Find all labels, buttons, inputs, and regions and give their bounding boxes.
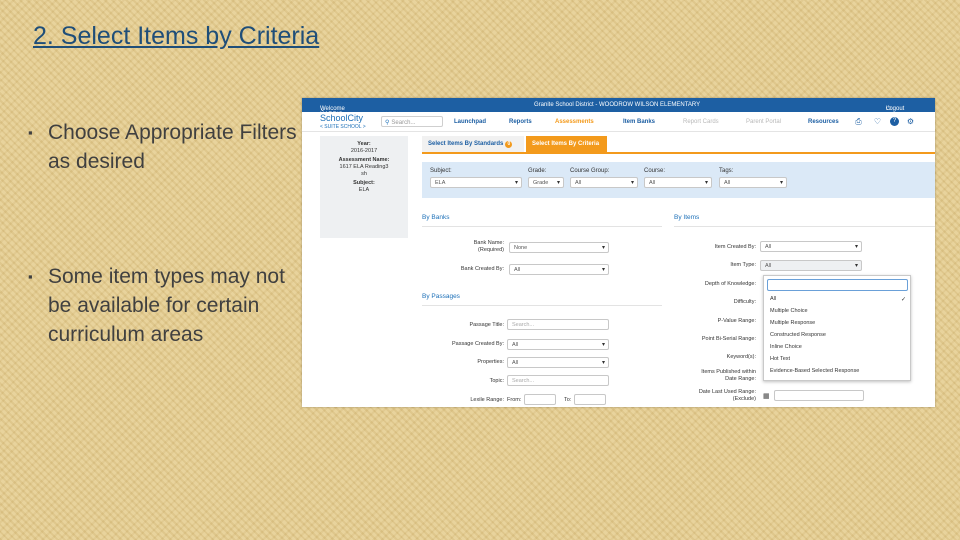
depth-of-knowledge-label: Depth of Knowledge: xyxy=(704,281,756,287)
properties-label: Properties: xyxy=(477,359,504,365)
nav-parent-portal[interactable]: Parent Portal xyxy=(746,119,781,125)
bullet-marker-icon: ▪ xyxy=(28,125,33,140)
search-icon: ⚲ xyxy=(385,120,390,126)
assessment-info-panel: Year: 2016-2017 Assessment Name: 1617 EL… xyxy=(320,136,408,238)
published-date-range-label: Items Published within Date Range: xyxy=(701,369,756,382)
lexile-to-label: To: xyxy=(564,397,572,403)
subject-select[interactable]: ELA xyxy=(430,177,522,188)
nav-report-cards[interactable]: Report Cards xyxy=(683,119,719,125)
item-type-label: Item Type: xyxy=(730,262,756,268)
bullet-marker-icon: ▪ xyxy=(28,269,33,284)
nav-launchpad[interactable]: Launchpad xyxy=(454,119,486,125)
tab-select-by-standards[interactable]: Select Items By Standards 0 xyxy=(422,136,524,152)
lexile-range-label: Lexile Range: xyxy=(470,397,504,403)
district-name: Granite School District - WOODROW WILSON… xyxy=(534,102,701,108)
nav-reports[interactable]: Reports xyxy=(509,119,532,125)
dropdown-option[interactable]: Multiple Choice xyxy=(770,308,808,314)
bullet-list: ▪ Choose Appropriate Filters as desired xyxy=(28,118,298,176)
tab-select-by-criteria[interactable]: Select Items By Criteria xyxy=(526,136,607,152)
by-banks-heading: By Banks xyxy=(422,214,450,221)
print-icon[interactable]: ⎙ xyxy=(854,117,863,126)
bell-icon[interactable]: ♡ xyxy=(873,117,882,126)
point-biserial-label: Point Bi-Serial Range: xyxy=(701,336,756,342)
by-passages-heading: By Passages xyxy=(422,293,460,300)
grade-select[interactable]: Grade xyxy=(528,177,564,188)
schoolcity-logo[interactable]: SchoolCity < SUITE SCHOOL > xyxy=(320,114,366,132)
passage-title-label: Passage Title: xyxy=(469,322,504,328)
bullet-list-2: ▪ Some item types may not be available f… xyxy=(28,262,298,349)
selection-tabs: Select Items By Standards 0 Select Items … xyxy=(422,136,935,154)
bank-name-select[interactable]: None xyxy=(509,242,609,253)
divider xyxy=(422,226,662,227)
bank-name-label: Bank Name: (Required) xyxy=(473,240,504,253)
count-badge: 0 xyxy=(505,141,513,148)
app-screenshot: Welcome HARRIS, SHERI (Role: School) ⌄ G… xyxy=(302,98,935,407)
dropdown-option[interactable]: All xyxy=(770,296,776,302)
last-used-range-label: Date Last Used Range: (Exclude) xyxy=(698,389,756,402)
bank-created-label: Bank Created By: xyxy=(460,266,504,272)
bank-created-select[interactable]: All xyxy=(509,264,609,275)
course-group-select[interactable]: All xyxy=(570,177,638,188)
dropdown-option[interactable]: Inline Choice xyxy=(770,344,802,350)
divider xyxy=(674,226,935,227)
last-used-date-input[interactable] xyxy=(774,390,864,401)
difficulty-label: Difficulty: xyxy=(733,299,756,305)
nav-item-banks[interactable]: Item Banks xyxy=(623,119,655,125)
dropdown-option[interactable]: Hot Text xyxy=(770,356,790,362)
calendar-icon[interactable]: ▦ xyxy=(763,392,770,400)
dropdown-option[interactable]: Evidence-Based Selected Response xyxy=(770,368,859,374)
tags-select[interactable]: All xyxy=(719,177,787,188)
item-created-label: Item Created By: xyxy=(714,244,756,250)
global-search-input[interactable]: ⚲ Search... xyxy=(381,116,443,127)
dropdown-search-input[interactable] xyxy=(767,279,908,291)
passage-title-input[interactable]: Search... xyxy=(507,319,609,330)
filter-bar: Subject: ELA Grade: Grade Course Group: … xyxy=(422,162,935,198)
passage-created-label: Passage Created By: xyxy=(452,341,504,347)
slide-title: 2. Select Items by Criteria xyxy=(33,22,320,50)
dropdown-option[interactable]: Multiple Response xyxy=(770,320,815,326)
bullet-item: ▪ Choose Appropriate Filters as desired xyxy=(28,118,298,176)
passage-created-select[interactable]: All xyxy=(507,339,609,350)
topic-input[interactable]: Search... xyxy=(507,375,609,386)
item-created-select[interactable]: All xyxy=(760,241,862,252)
properties-select[interactable]: All xyxy=(507,357,609,368)
course-select[interactable]: All xyxy=(644,177,712,188)
main-nav: SchoolCity < SUITE SCHOOL > ⚲ Search... L… xyxy=(302,112,935,132)
check-icon: ✓ xyxy=(900,297,906,303)
p-value-range-label: P-Value Range: xyxy=(717,318,756,324)
keywords-label: Keyword(s): xyxy=(726,354,756,360)
divider xyxy=(422,305,662,306)
bullet-text: Choose Appropriate Filters as desired xyxy=(48,121,297,173)
by-items-heading: By Items xyxy=(674,214,700,221)
settings-icon[interactable]: ⚙ xyxy=(906,117,915,126)
lexile-from-input[interactable] xyxy=(524,394,556,405)
item-type-select[interactable]: All xyxy=(760,260,862,271)
bullet-item: ▪ Some item types may not be available f… xyxy=(28,262,298,349)
nav-resources[interactable]: Resources xyxy=(808,119,839,125)
item-type-dropdown: All ✓ Multiple Choice Multiple Response … xyxy=(763,275,911,381)
bullet-text: Some item types may not be available for… xyxy=(48,265,285,346)
app-topbar: Welcome HARRIS, SHERI (Role: School) ⌄ G… xyxy=(302,98,935,136)
lexile-to-input[interactable] xyxy=(574,394,606,405)
topic-label: Topic: xyxy=(489,378,504,384)
dropdown-option[interactable]: Constructed Response xyxy=(770,332,826,338)
nav-assessments[interactable]: Assessments xyxy=(555,119,594,125)
help-icon[interactable]: ? xyxy=(890,117,899,126)
lexile-from-label: From: xyxy=(507,397,522,403)
